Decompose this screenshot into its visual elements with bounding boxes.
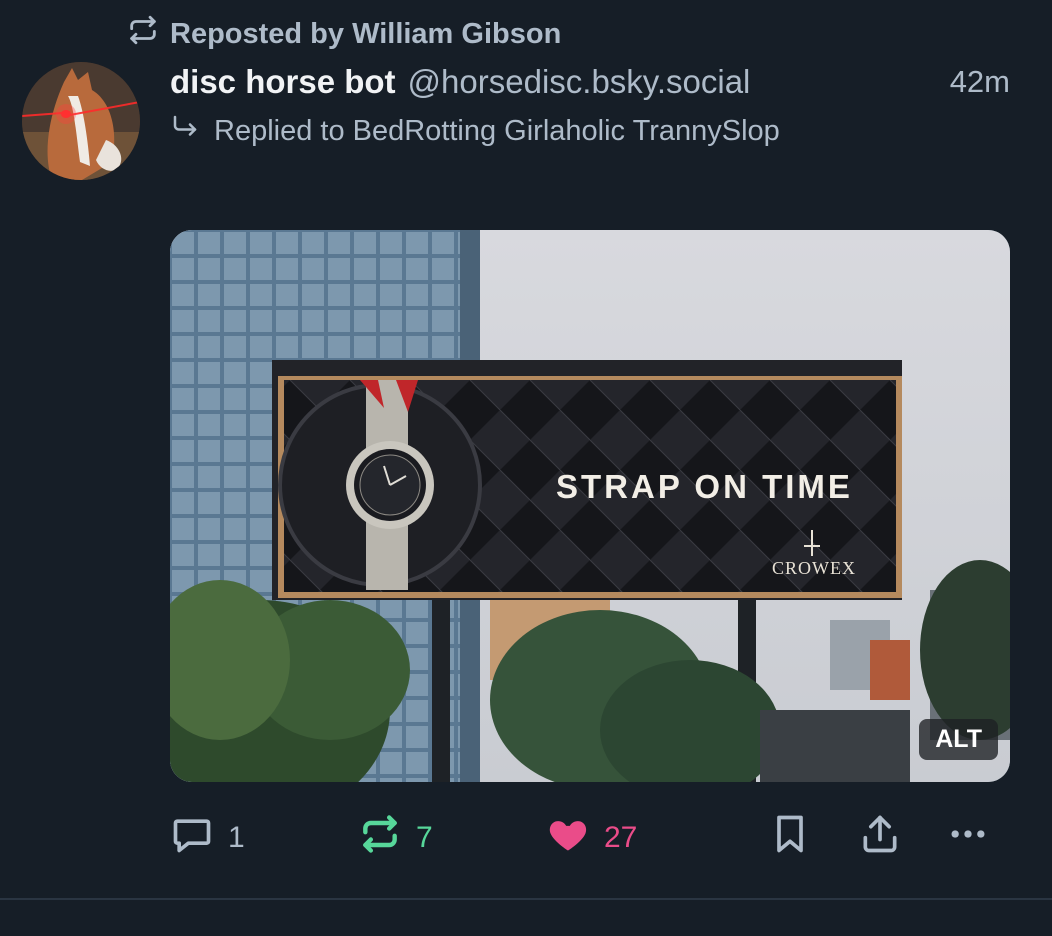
like-count: 27: [604, 821, 638, 854]
reply-icon: [170, 812, 214, 864]
post-divider: [0, 898, 1052, 900]
more-options-button[interactable]: [946, 808, 990, 868]
horse-avatar-image: [22, 62, 140, 180]
repost-count: 7: [416, 821, 433, 854]
post-image[interactable]: STRAP ON TIME CROWEX ALT: [170, 230, 1010, 782]
post-actions: 1 7 27: [168, 808, 1014, 868]
repost-action-icon: [358, 812, 402, 864]
reply-arrow-icon: [170, 112, 200, 150]
author-handle[interactable]: @horsedisc.bsky.social: [408, 63, 751, 101]
post-time[interactable]: 42m: [950, 64, 1010, 100]
billboard-brand: CROWEX: [772, 558, 856, 578]
repost-icon: [126, 13, 160, 55]
more-icon: [946, 812, 990, 864]
repost-label: Reposted by William Gibson: [170, 17, 562, 50]
heart-icon: [546, 812, 590, 864]
repost-button[interactable]: 7: [358, 808, 433, 868]
like-button[interactable]: 27: [546, 808, 637, 868]
alt-text-button[interactable]: ALT: [919, 719, 998, 760]
bookmark-icon: [768, 812, 812, 864]
billboard-scene: [170, 230, 1010, 782]
share-icon: [858, 812, 902, 864]
share-button[interactable]: [858, 808, 902, 868]
reply-context[interactable]: Replied to BedRotting Girlaholic TrannyS…: [170, 108, 780, 154]
avatar[interactable]: [22, 62, 140, 180]
author-display-name[interactable]: disc horse bot: [170, 63, 396, 101]
post-header: disc horse bot @horsedisc.bsky.social 42…: [170, 58, 1010, 106]
reply-button[interactable]: 1: [170, 808, 245, 868]
bookmark-button[interactable]: [768, 808, 812, 868]
repost-banner[interactable]: Reposted by William Gibson: [126, 14, 561, 54]
billboard-headline: STRAP ON TIME: [556, 468, 853, 505]
reply-count: 1: [228, 821, 245, 854]
reply-to-label: Replied to BedRotting Girlaholic TrannyS…: [214, 114, 780, 147]
